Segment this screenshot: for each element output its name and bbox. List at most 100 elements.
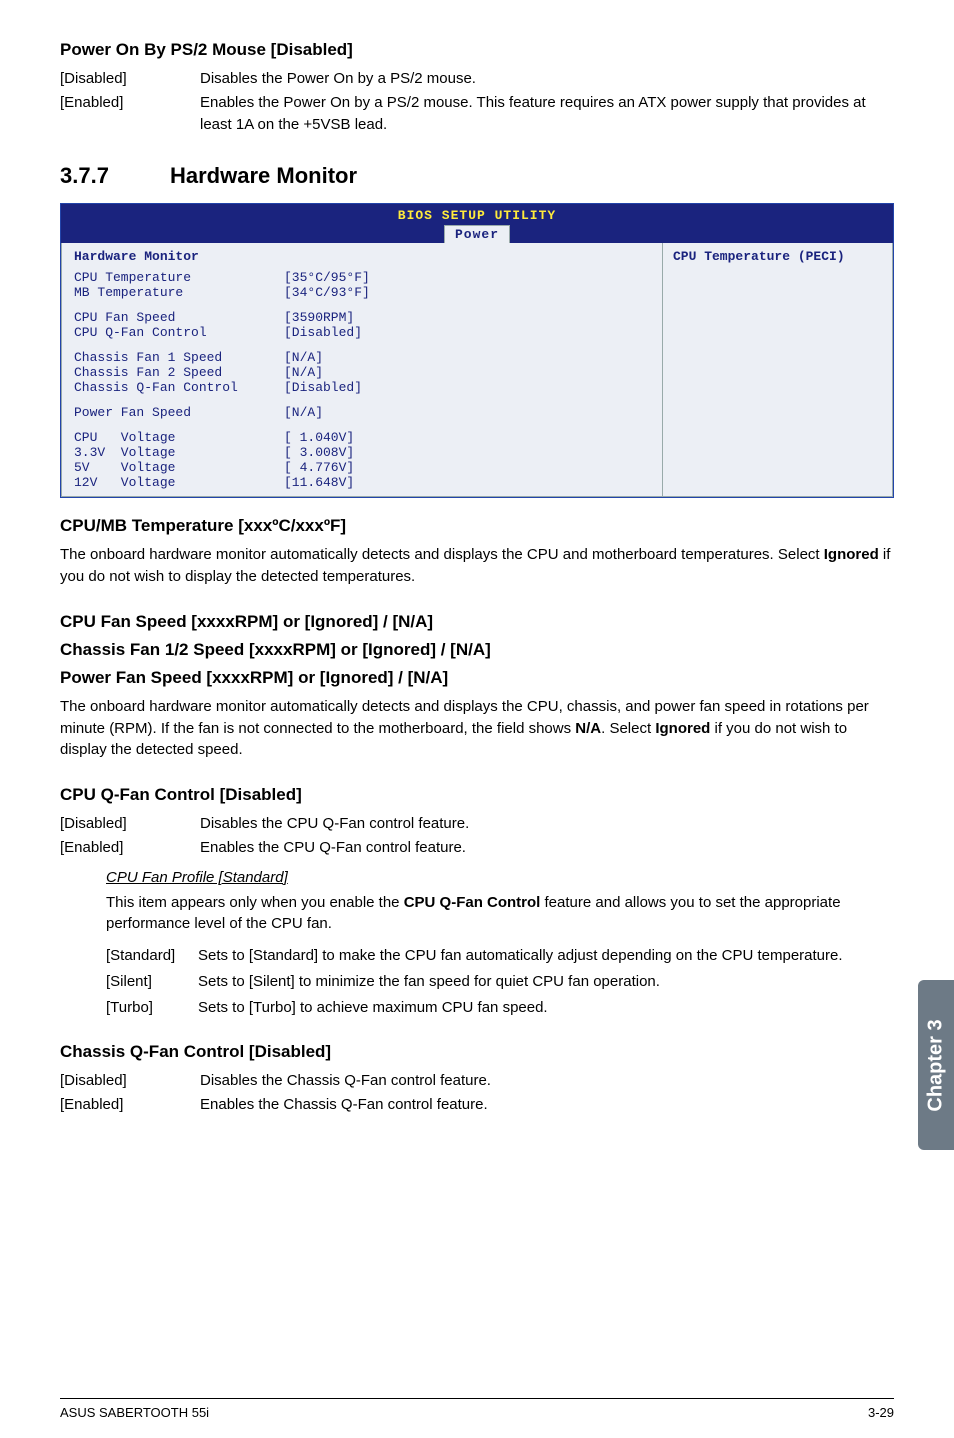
page-footer: ASUS SABERTOOTH 55i 3-29 <box>60 1398 894 1420</box>
text: The onboard hardware monitor automatical… <box>60 546 824 563</box>
bios-section-header: Hardware Monitor <box>74 249 650 264</box>
bios-field-value: [11.648V] <box>284 475 354 490</box>
description: Sets to [Turbo] to achieve maximum CPU f… <box>198 997 894 1019</box>
footer-right: 3-29 <box>868 1405 894 1420</box>
bios-group: CPU Fan Speed[3590RPM] CPU Q-Fan Control… <box>74 310 650 340</box>
bios-field-label: CPU Fan Speed <box>74 310 284 325</box>
heading: CPU Fan Speed [xxxxRPM] or [Ignored] / [… <box>60 612 894 632</box>
bios-body: Hardware Monitor CPU Temperature[35°C/95… <box>61 243 893 497</box>
bios-group: Chassis Fan 1 Speed[N/A] Chassis Fan 2 S… <box>74 350 650 395</box>
heading: CPU Q-Fan Control [Disabled] <box>60 785 894 805</box>
bios-field-value: [35°C/95°F] <box>284 270 370 285</box>
term: [Enabled] <box>60 1094 200 1116</box>
bios-tab-power: Power <box>444 225 510 243</box>
section-chassis-q-fan-control: Chassis Q-Fan Control [Disabled] [Disabl… <box>60 1042 894 1116</box>
bios-screenshot: BIOS SETUP UTILITY Power Hardware Monito… <box>60 203 894 498</box>
description: Enables the Power On by a PS/2 mouse. Th… <box>200 92 894 136</box>
bios-group: CPU Voltage[ 1.040V] 3.3V Voltage[ 3.008… <box>74 430 650 490</box>
term: [Enabled] <box>60 92 200 136</box>
section-cpu-q-fan-control: CPU Q-Fan Control [Disabled] [Disabled] … <box>60 785 894 1018</box>
section-cpu-mb-temperature: CPU/MB Temperature [xxxºC/xxxºF] The onb… <box>60 516 894 588</box>
bios-right-panel: CPU Temperature (PECI) <box>663 243 893 497</box>
bios-field-label: 3.3V Voltage <box>74 445 284 460</box>
bold-text: N/A <box>575 720 601 737</box>
bios-field-value: [N/A] <box>284 405 323 420</box>
term: [Turbo] <box>106 997 198 1019</box>
description: Enables the Chassis Q-Fan control featur… <box>200 1094 894 1116</box>
definition-row: [Disabled] Disables the Chassis Q-Fan co… <box>60 1070 894 1092</box>
description: Enables the CPU Q-Fan control feature. <box>200 837 894 859</box>
term: [Silent] <box>106 971 198 993</box>
bios-field-label: 5V Voltage <box>74 460 284 475</box>
chapter-tab: Chapter 3 <box>918 980 954 1150</box>
bios-field-label: CPU Temperature <box>74 270 284 285</box>
bios-title: BIOS SETUP UTILITY <box>398 208 556 223</box>
chapter-tab-label: Chapter 3 <box>925 1019 948 1111</box>
bios-field-value: [ 3.008V] <box>284 445 354 460</box>
term: [Disabled] <box>60 68 200 90</box>
definition-list: [Disabled] Disables the Chassis Q-Fan co… <box>60 1070 894 1116</box>
bios-field-value: [ 1.040V] <box>284 430 354 445</box>
description: Sets to [Standard] to make the CPU fan a… <box>198 945 894 967</box>
heading: Power Fan Speed [xxxxRPM] or [Ignored] /… <box>60 668 894 688</box>
heading: Power On By PS/2 Mouse [Disabled] <box>60 40 894 60</box>
heading-title: Hardware Monitor <box>170 163 357 189</box>
bios-group: CPU Temperature[35°C/95°F] MB Temperatur… <box>74 270 650 300</box>
term: [Disabled] <box>60 1070 200 1092</box>
bios-field-value: [Disabled] <box>284 380 362 395</box>
heading: Chassis Q-Fan Control [Disabled] <box>60 1042 894 1062</box>
term: [Enabled] <box>60 837 200 859</box>
heading: Chassis Fan 1/2 Speed [xxxxRPM] or [Igno… <box>60 640 894 660</box>
term: [Disabled] <box>60 813 200 835</box>
paragraph: The onboard hardware monitor automatical… <box>60 544 894 588</box>
bold-text: CPU Q-Fan Control <box>404 894 541 911</box>
section-power-on-ps2-mouse: Power On By PS/2 Mouse [Disabled] [Disab… <box>60 40 894 135</box>
definition-list: [Disabled] Disables the CPU Q-Fan contro… <box>60 813 894 859</box>
sub-section-cpu-fan-profile: CPU Fan Profile [Standard] This item app… <box>106 869 894 1019</box>
numbered-heading: 3.7.7 Hardware Monitor <box>60 163 894 189</box>
definition-row: [Disabled] Disables the Power On by a PS… <box>60 68 894 90</box>
bios-field-value: [N/A] <box>284 365 323 380</box>
heading: CPU/MB Temperature [xxxºC/xxxºF] <box>60 516 894 536</box>
bios-field-label: CPU Q-Fan Control <box>74 325 284 340</box>
text: This item appears only when you enable t… <box>106 894 404 911</box>
description: Disables the Chassis Q-Fan control featu… <box>200 1070 894 1092</box>
definition-row: [Enabled] Enables the Power On by a PS/2… <box>60 92 894 136</box>
bios-left-panel: Hardware Monitor CPU Temperature[35°C/95… <box>61 243 663 497</box>
bios-field-value: [34°C/93°F] <box>284 285 370 300</box>
option-row: [Turbo] Sets to [Turbo] to achieve maxim… <box>106 997 894 1019</box>
paragraph: This item appears only when you enable t… <box>106 892 894 936</box>
definition-row: [Disabled] Disables the CPU Q-Fan contro… <box>60 813 894 835</box>
heading-number: 3.7.7 <box>60 163 170 189</box>
section-fan-speed: CPU Fan Speed [xxxxRPM] or [Ignored] / [… <box>60 612 894 761</box>
paragraph: The onboard hardware monitor automatical… <box>60 696 894 761</box>
option-row: [Standard] Sets to [Standard] to make th… <box>106 945 894 967</box>
bios-help-text: CPU Temperature (PECI) <box>673 249 845 264</box>
bios-title-bar: BIOS SETUP UTILITY Power <box>61 204 893 243</box>
definition-list: [Disabled] Disables the Power On by a PS… <box>60 68 894 135</box>
definition-row: [Enabled] Enables the Chassis Q-Fan cont… <box>60 1094 894 1116</box>
bold-text: Ignored <box>655 720 710 737</box>
option-row: [Silent] Sets to [Silent] to minimize th… <box>106 971 894 993</box>
footer-left: ASUS SABERTOOTH 55i <box>60 1405 209 1420</box>
bios-field-value: [N/A] <box>284 350 323 365</box>
bold-text: Ignored <box>824 546 879 563</box>
bios-field-label: 12V Voltage <box>74 475 284 490</box>
sub-heading: CPU Fan Profile [Standard] <box>106 869 894 886</box>
description: Disables the CPU Q-Fan control feature. <box>200 813 894 835</box>
definition-row: [Enabled] Enables the CPU Q-Fan control … <box>60 837 894 859</box>
bios-field-value: [3590RPM] <box>284 310 354 325</box>
bios-field-label: Power Fan Speed <box>74 405 284 420</box>
description: Disables the Power On by a PS/2 mouse. <box>200 68 894 90</box>
bios-field-label: MB Temperature <box>74 285 284 300</box>
bios-field-label: CPU Voltage <box>74 430 284 445</box>
bios-field-value: [Disabled] <box>284 325 362 340</box>
bios-group: Power Fan Speed[N/A] <box>74 405 650 420</box>
bios-field-label: Chassis Fan 2 Speed <box>74 365 284 380</box>
text: . Select <box>601 720 655 737</box>
description: Sets to [Silent] to minimize the fan spe… <box>198 971 894 993</box>
term: [Standard] <box>106 945 198 967</box>
bios-field-label: Chassis Fan 1 Speed <box>74 350 284 365</box>
bios-field-value: [ 4.776V] <box>284 460 354 475</box>
bios-field-label: Chassis Q-Fan Control <box>74 380 284 395</box>
